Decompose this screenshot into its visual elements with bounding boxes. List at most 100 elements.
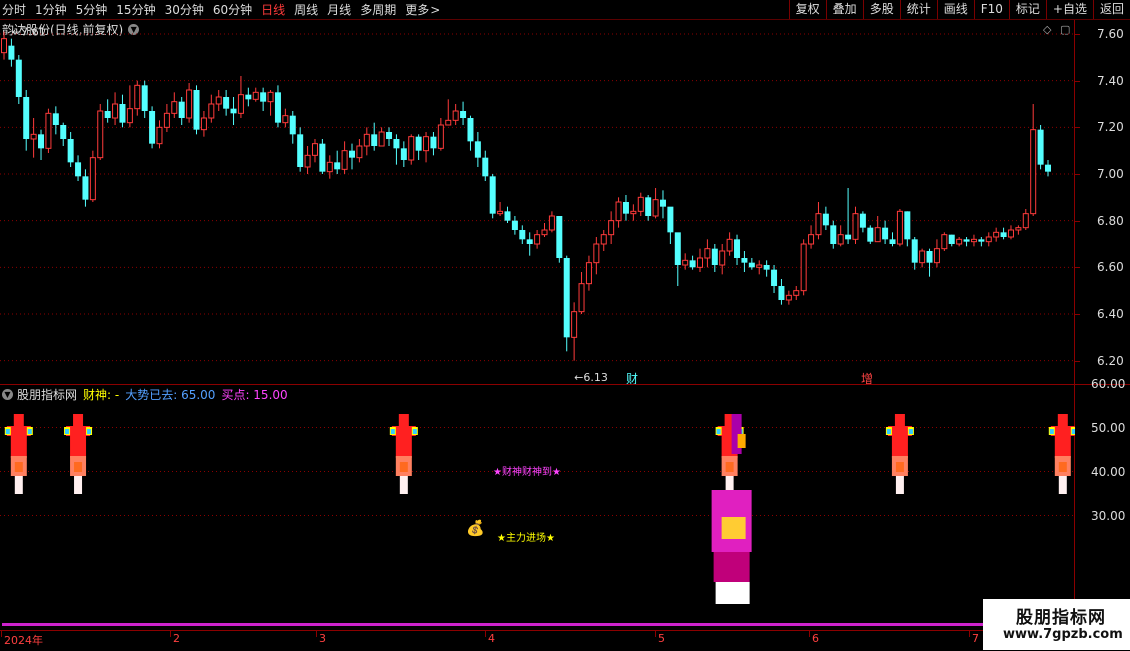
action-button[interactable]: 标记: [1008, 0, 1046, 19]
candle-body: [319, 143, 326, 172]
candle: [659, 190, 666, 219]
candlestick-chart[interactable]: ←7.61 ←6.13: [0, 20, 1075, 384]
period-tab[interactable]: 60分钟: [213, 1, 252, 18]
candle-body: [748, 262, 755, 268]
action-button[interactable]: 复权: [788, 0, 826, 19]
candle-body: [793, 290, 800, 296]
candle-body: [689, 260, 696, 268]
candle-body: [193, 90, 200, 130]
candle-body: [112, 103, 119, 119]
candle-body: [970, 238, 977, 243]
candle: [978, 237, 985, 247]
candle-body: [8, 45, 15, 60]
period-tab[interactable]: 周线: [294, 1, 318, 18]
candle: [948, 234, 955, 247]
period-tab[interactable]: 月线: [327, 1, 351, 18]
candle-body: [1007, 229, 1014, 238]
date-tick-mark: [655, 631, 656, 637]
candle: [970, 234, 977, 247]
candle: [311, 139, 318, 163]
candle: [985, 232, 992, 247]
candle-body: [741, 258, 748, 263]
candle: [141, 80, 148, 118]
action-button[interactable]: 画线: [936, 0, 974, 19]
candle: [38, 129, 45, 160]
candle-body: [548, 215, 555, 231]
candle: [526, 232, 533, 256]
period-tab[interactable]: 1分钟: [35, 1, 67, 18]
candle-body: [67, 139, 74, 163]
candle: [474, 132, 481, 167]
candle-body: [697, 257, 703, 268]
action-button[interactable]: 叠加: [825, 0, 863, 19]
period-tab[interactable]: 分时: [2, 1, 26, 18]
axis-tick: [1075, 314, 1080, 315]
period-tab[interactable]: 多周期: [360, 1, 396, 18]
candle: [600, 230, 607, 251]
candle: [1007, 225, 1014, 240]
candle: [149, 106, 156, 149]
candle: [112, 92, 119, 125]
candle-body: [874, 227, 881, 243]
date-tick-mark: [485, 631, 486, 637]
candle-body: [186, 89, 193, 119]
candle-body: [904, 211, 911, 240]
action-button[interactable]: 统计: [899, 0, 937, 19]
action-button[interactable]: F10: [973, 0, 1009, 19]
caishen-figure: [885, 414, 914, 494]
period-tab[interactable]: 更多: [405, 1, 429, 18]
action-button[interactable]: +自选: [1045, 0, 1093, 19]
candle: [919, 248, 926, 268]
indicator-tick: 50.00: [1091, 420, 1126, 435]
candle: [785, 290, 792, 305]
candle: [734, 234, 741, 265]
period-tab[interactable]: 30分钟: [165, 1, 204, 18]
candle: [230, 97, 237, 125]
action-buttons: 复权 叠加 多股 统计 画线 F10 标记 +自选 返回: [788, 0, 1130, 19]
caishen-figure: [389, 414, 418, 494]
candle-body: [149, 111, 156, 144]
chevron-down-icon[interactable]: ▼: [2, 388, 13, 400]
candle-body: [852, 213, 859, 240]
candle-body: [97, 110, 104, 159]
candle-body: [200, 117, 207, 131]
date-tick: 4: [488, 632, 495, 645]
candle: [334, 150, 341, 174]
candle: [933, 239, 940, 268]
period-tab[interactable]: 15分钟: [116, 1, 155, 18]
candle-body: [23, 97, 30, 139]
axis-tick: [1075, 267, 1080, 269]
candle-body: [215, 96, 222, 105]
candle: [223, 90, 230, 116]
price-tick: 6.40: [1097, 307, 1124, 321]
candle: [593, 237, 600, 275]
candle-body: [963, 239, 970, 242]
candle-body: [541, 229, 548, 236]
period-tab[interactable]: 5分钟: [76, 1, 108, 18]
candle: [578, 272, 585, 314]
candle: [719, 244, 726, 275]
candle-body: [771, 269, 778, 286]
candle: [252, 87, 259, 102]
action-button[interactable]: 多股: [862, 0, 900, 19]
candle-body: [763, 265, 770, 270]
candle-body: [356, 145, 363, 159]
period-tab[interactable]: 日线: [261, 1, 285, 18]
candle-body: [630, 210, 637, 215]
candle: [1000, 227, 1007, 240]
range-bar[interactable]: [2, 623, 987, 626]
candle-body: [156, 126, 163, 145]
candle: [874, 216, 881, 243]
candle: [534, 230, 541, 249]
candle-body: [859, 213, 866, 228]
axis-tick: [1075, 127, 1080, 129]
chevron-right-icon[interactable]: >: [430, 3, 440, 17]
candle: [778, 279, 785, 305]
candle: [437, 118, 444, 151]
action-button[interactable]: 返回: [1092, 0, 1130, 19]
indicator-chart[interactable]: [0, 400, 1075, 630]
candle: [852, 206, 859, 244]
candle-body: [363, 133, 370, 147]
indicator-tick: 30.00: [1091, 508, 1126, 523]
candle-body: [896, 210, 903, 245]
